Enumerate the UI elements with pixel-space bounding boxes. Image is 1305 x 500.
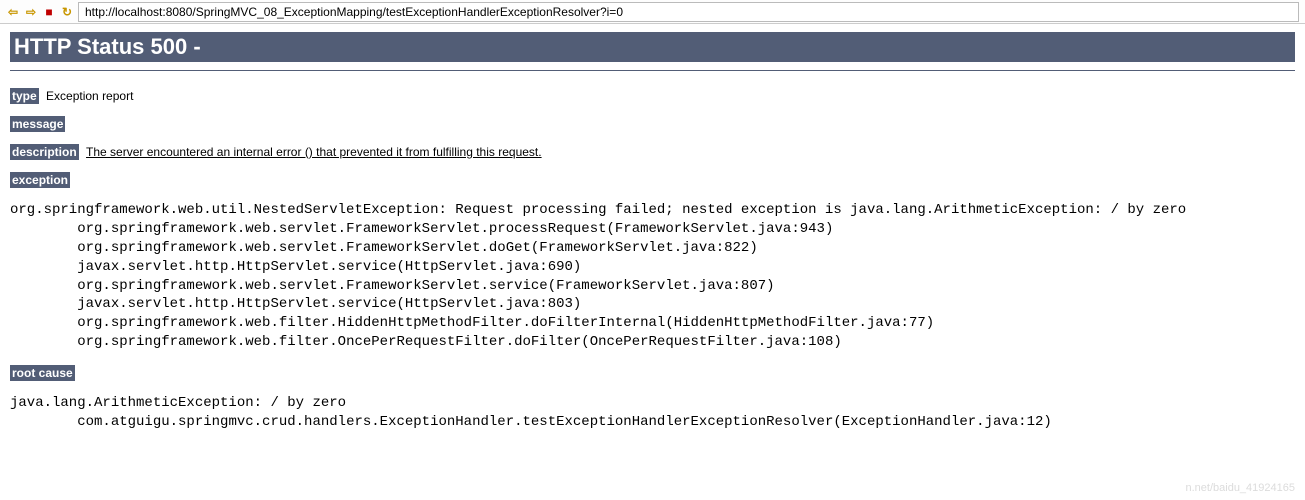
page-body: HTTP Status 500 - type Exception report … xyxy=(0,24,1305,454)
root-cause-label: root cause xyxy=(10,365,75,381)
stop-icon[interactable]: ■ xyxy=(42,5,56,19)
url-input[interactable] xyxy=(78,2,1299,22)
type-value: Exception report xyxy=(46,89,133,103)
refresh-icon[interactable]: ↻ xyxy=(60,5,74,19)
root-cause-line: root cause xyxy=(10,366,1295,380)
root-cause-stacktrace: java.lang.ArithmeticException: / by zero… xyxy=(10,394,1295,432)
message-line: message xyxy=(10,117,1295,131)
description-line: description The server encountered an in… xyxy=(10,145,1295,159)
status-header: HTTP Status 500 - xyxy=(10,32,1295,62)
browser-toolbar: ⇦ ⇨ ■ ↻ xyxy=(0,0,1305,24)
message-label: message xyxy=(10,116,65,132)
divider xyxy=(10,70,1295,71)
exception-stacktrace: org.springframework.web.util.NestedServl… xyxy=(10,201,1295,352)
exception-label: exception xyxy=(10,172,70,188)
back-icon[interactable]: ⇦ xyxy=(6,5,20,19)
watermark: n.net/baidu_41924165 xyxy=(1186,482,1296,494)
description-value: The server encountered an internal error… xyxy=(86,145,542,159)
type-label: type xyxy=(10,88,39,104)
exception-line: exception xyxy=(10,173,1295,187)
forward-icon[interactable]: ⇨ xyxy=(24,5,38,19)
type-line: type Exception report xyxy=(10,89,1295,103)
description-label: description xyxy=(10,144,79,160)
